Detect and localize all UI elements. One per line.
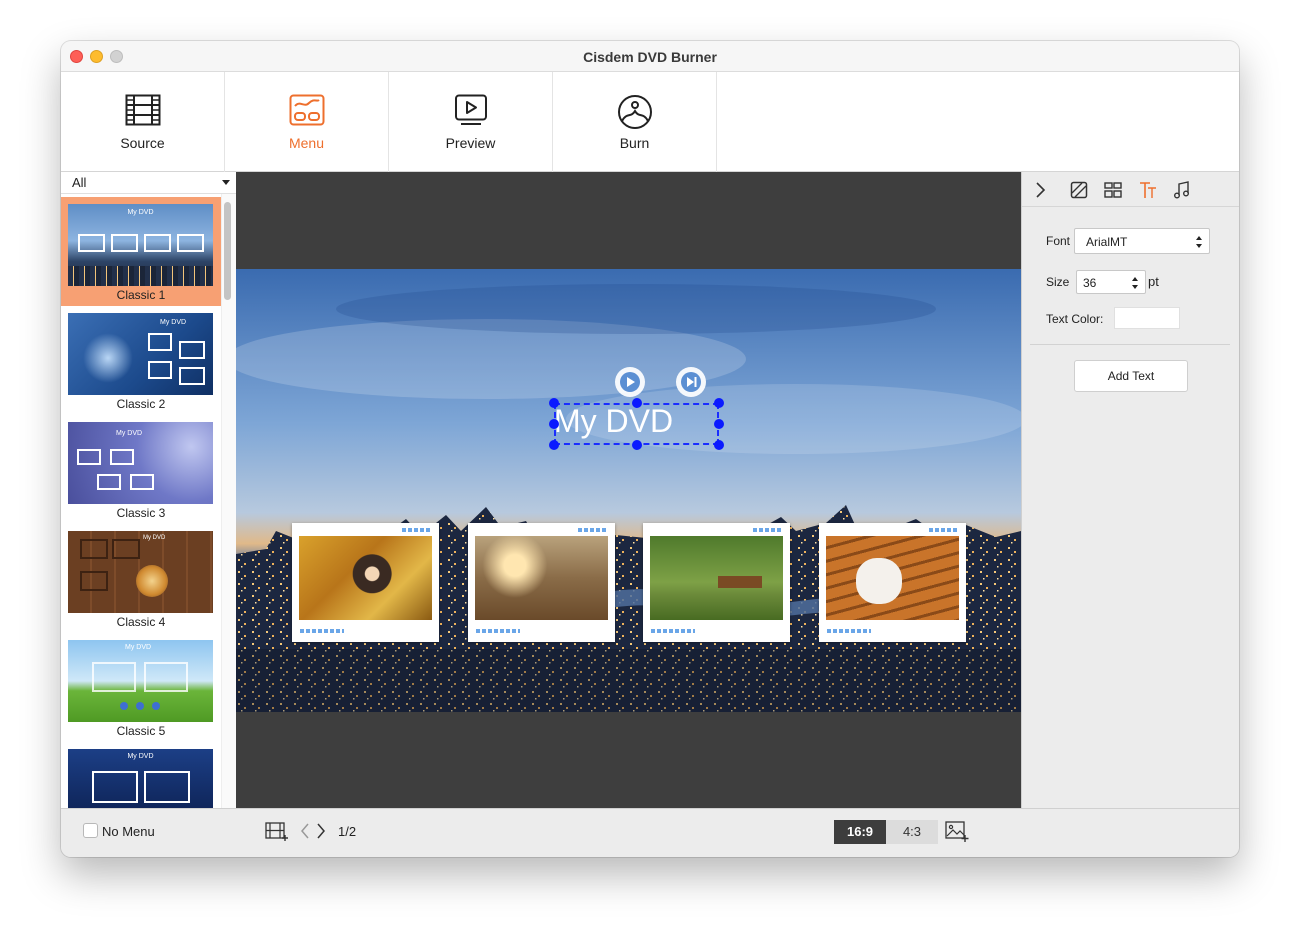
- no-menu-checkbox[interactable]: [83, 823, 98, 838]
- window-title: Cisdem DVD Burner: [583, 49, 717, 65]
- add-menu-page-icon[interactable]: [265, 822, 289, 842]
- stepper-arrows-icon[interactable]: [1131, 276, 1139, 290]
- city-background-image: [236, 269, 1021, 712]
- template-list: My DVD Classic 1 My DVD Classic 2 My DVD…: [61, 197, 221, 808]
- tab-preview-label: Preview: [445, 135, 496, 151]
- chevron-left-icon[interactable]: [299, 822, 311, 840]
- chevron-right-icon[interactable]: [315, 822, 327, 840]
- template-scrollbar-thumb[interactable]: [224, 202, 231, 300]
- resize-handle[interactable]: [549, 398, 559, 408]
- play-monitor-icon: [455, 94, 487, 125]
- thumb-title: My DVD: [127, 753, 154, 760]
- size-label: Size: [1046, 275, 1070, 289]
- text-color-swatch[interactable]: [1114, 307, 1180, 329]
- template-label: Classic 3: [116, 506, 166, 520]
- chapter-thumbnail-1[interactable]: [292, 523, 439, 642]
- template-label: Classic 1: [116, 288, 166, 302]
- size-unit: pt: [1148, 274, 1159, 289]
- text-color-label: Text Color:: [1046, 312, 1104, 326]
- template-thumbnail: My DVD: [68, 640, 213, 722]
- template-item-classic-3[interactable]: My DVD Classic 3: [61, 415, 221, 524]
- resize-handle[interactable]: [714, 398, 724, 408]
- thumb-title: My DVD: [127, 209, 154, 216]
- menu-layout-icon: [289, 94, 325, 126]
- template-thumbnail: My DVD: [68, 531, 213, 613]
- aspect-4-3-button[interactable]: 4:3: [886, 820, 938, 844]
- resize-handle[interactable]: [549, 440, 559, 450]
- disc-icon: [618, 95, 652, 129]
- font-select[interactable]: ArialMT: [1074, 228, 1210, 254]
- tab-preview[interactable]: Preview: [389, 72, 553, 172]
- text-icon[interactable]: [1138, 180, 1158, 200]
- page-indicator: 1/2: [338, 824, 357, 839]
- font-label: Font: [1046, 234, 1071, 248]
- next-chapter-button[interactable]: [676, 367, 706, 397]
- font-size-value: 36: [1083, 276, 1097, 290]
- template-panel: All My DVD Classic 1 My DVD Classic 2 My…: [61, 172, 236, 808]
- app-window: Cisdem DVD Burner Source Menu Preview Bu…: [61, 41, 1239, 857]
- template-item-6[interactable]: My DVD: [61, 742, 221, 808]
- tab-source-label: Source: [120, 135, 165, 151]
- template-thumbnail: My DVD: [68, 313, 213, 395]
- chapter-photo: [650, 536, 783, 620]
- chapter-thumbnail-2[interactable]: [468, 523, 615, 642]
- template-label: Classic 5: [116, 724, 166, 738]
- template-item-classic-4[interactable]: My DVD Classic 4: [61, 524, 221, 633]
- properties-tabs: [1022, 172, 1239, 207]
- template-item-classic-1[interactable]: My DVD Classic 1: [61, 197, 221, 306]
- main-toolbar: Source Menu Preview Burn: [61, 72, 1239, 172]
- tab-menu-label: Menu: [288, 135, 325, 151]
- template-item-classic-2[interactable]: My DVD Classic 2: [61, 306, 221, 415]
- template-item-classic-5[interactable]: My DVD Classic 5: [61, 633, 221, 742]
- background-icon[interactable]: [1069, 180, 1089, 200]
- resize-handle[interactable]: [714, 440, 724, 450]
- thumb-title: My DVD: [125, 644, 152, 651]
- tab-menu[interactable]: Menu: [225, 72, 389, 172]
- layout-icon[interactable]: [1103, 180, 1123, 200]
- font-value: ArialMT: [1086, 235, 1128, 249]
- chapter-photo: [475, 536, 608, 620]
- template-label: Classic 2: [116, 397, 166, 411]
- collapse-chevron-icon[interactable]: [1030, 180, 1050, 200]
- tab-burn[interactable]: Burn: [553, 72, 717, 172]
- skip-next-icon: [681, 372, 701, 392]
- template-filter-dropdown[interactable]: All: [61, 172, 236, 194]
- properties-panel: Font ArialMT Size 36 pt Text Color: Add …: [1021, 172, 1239, 808]
- chevron-down-icon: [222, 180, 230, 185]
- thumb-title: My DVD: [116, 430, 143, 437]
- add-background-image-icon[interactable]: [945, 821, 969, 843]
- chapter-thumbnail-4[interactable]: [819, 523, 966, 642]
- chapter-thumbnail-3[interactable]: [643, 523, 790, 642]
- resize-handle[interactable]: [632, 398, 642, 408]
- menu-editor-canvas: My DVD: [236, 172, 1021, 808]
- resize-handle[interactable]: [632, 440, 642, 450]
- chapter-photo: [299, 536, 432, 620]
- thumb-title: My DVD: [143, 535, 166, 541]
- template-thumbnail: My DVD: [68, 749, 213, 808]
- bottom-bar: No Menu 1/2 16:9 4:3: [61, 808, 1239, 857]
- play-icon: [620, 372, 640, 392]
- select-arrows-icon: [1196, 236, 1202, 248]
- chapter-photo: [826, 536, 959, 620]
- film-strip-icon: [125, 94, 161, 126]
- template-label: Classic 4: [116, 615, 166, 629]
- aspect-16-9-button[interactable]: 16:9: [834, 820, 886, 844]
- font-size-stepper[interactable]: 36: [1076, 270, 1146, 294]
- template-thumbnail: My DVD: [68, 204, 213, 286]
- music-icon[interactable]: [1172, 180, 1192, 200]
- divider: [1030, 344, 1230, 345]
- add-text-button[interactable]: Add Text: [1074, 360, 1188, 392]
- title-selection-box[interactable]: [554, 403, 719, 445]
- resize-handle[interactable]: [549, 419, 559, 429]
- thumb-title: My DVD: [160, 319, 187, 326]
- template-filter-value: All: [72, 175, 87, 190]
- no-menu-label: No Menu: [102, 824, 155, 839]
- title-bar: Cisdem DVD Burner: [61, 41, 1239, 72]
- resize-handle[interactable]: [714, 419, 724, 429]
- play-button[interactable]: [615, 367, 645, 397]
- tab-burn-label: Burn: [619, 135, 650, 151]
- tab-source[interactable]: Source: [61, 72, 225, 172]
- menu-preview[interactable]: My DVD: [236, 269, 1021, 712]
- template-thumbnail: My DVD: [68, 422, 213, 504]
